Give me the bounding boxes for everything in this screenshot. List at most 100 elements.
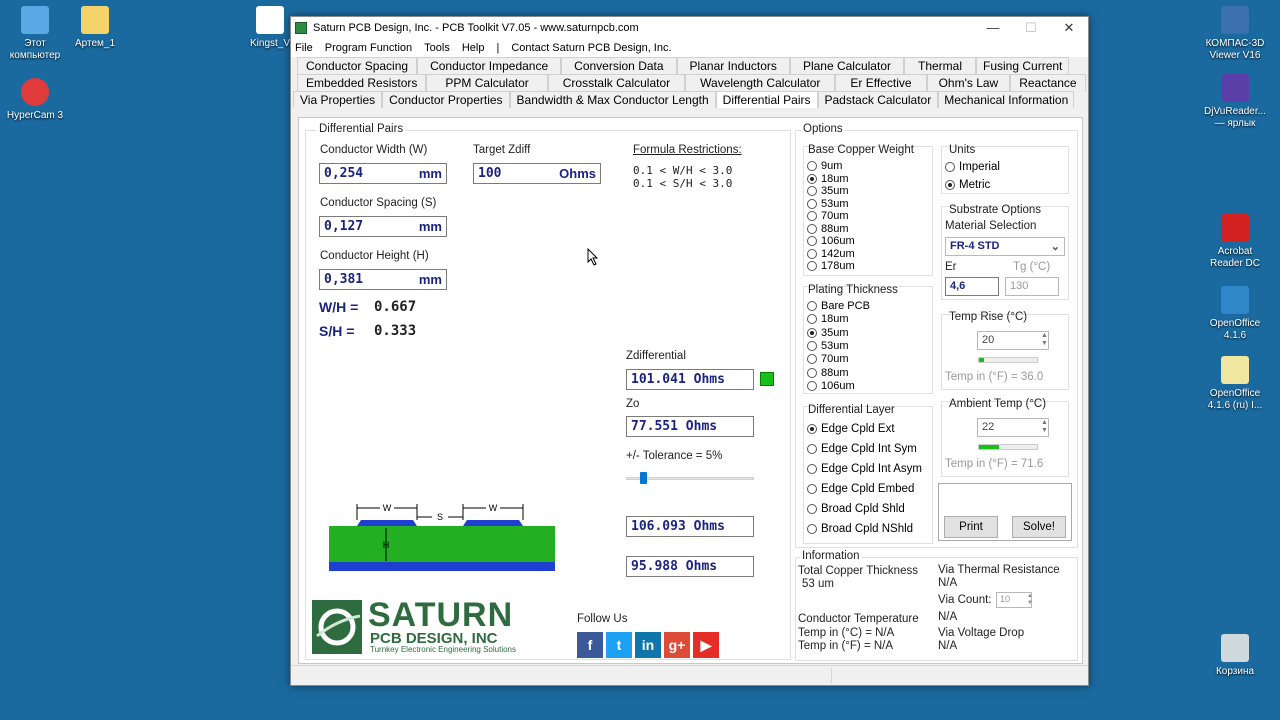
height-input[interactable]: 0,381 mm: [319, 269, 447, 290]
tab-padstack-calculator[interactable]: Padstack Calculator: [817, 91, 939, 108]
information-title: Information: [800, 550, 862, 562]
menu-program-function[interactable]: Program Function: [325, 42, 412, 54]
diagram-s-label: S: [437, 512, 443, 522]
tab-fusing-current[interactable]: Fusing Current: [976, 57, 1070, 74]
er-label: Er: [945, 261, 957, 273]
via-count-label: Via Count:: [938, 594, 992, 606]
tab-ppm-calculator[interactable]: PPM Calculator: [426, 74, 548, 91]
conductor-temp-label: Conductor Temperature: [798, 613, 919, 625]
menu-help[interactable]: Help: [462, 42, 485, 54]
via-thermal-value: N/A: [938, 577, 958, 589]
copper-option-88um[interactable]: 88um: [807, 223, 849, 235]
layer-option-0[interactable]: Edge Cpld Ext: [807, 423, 895, 435]
desktop-icon-folder[interactable]: Артем_1: [60, 6, 130, 50]
minimize-button[interactable]: —: [974, 20, 1012, 36]
solve-button[interactable]: Solve!: [1012, 516, 1066, 538]
units-option-imperial[interactable]: Imperial: [945, 161, 1000, 173]
tab-conductor-properties[interactable]: Conductor Properties: [382, 91, 510, 108]
tg-input: 130: [1005, 277, 1059, 296]
target-zdiff-input[interactable]: 100 Ohms: [473, 163, 601, 184]
folder-icon: [81, 6, 109, 34]
wh-label: W/H =: [319, 299, 359, 315]
tab-planar-inductors[interactable]: Planar Inductors: [676, 57, 790, 74]
spacing-input[interactable]: 0,127 mm: [319, 216, 447, 237]
layer-option-2[interactable]: Edge Cpld Int Asym: [807, 463, 922, 475]
copper-option-178um[interactable]: 178um: [807, 260, 855, 272]
tab-conductor-spacing[interactable]: Conductor Spacing: [297, 57, 418, 74]
ambient-spinner[interactable]: ▲ ▼: [1041, 419, 1048, 435]
plating-option-5[interactable]: 88um: [807, 367, 849, 379]
tab-wavelength-calculator[interactable]: Wavelength Calculator: [685, 74, 836, 91]
copper-option-9um[interactable]: 9um: [807, 160, 842, 172]
plating-option-0[interactable]: Bare PCB: [807, 300, 870, 312]
height-label: Conductor Height (H): [320, 250, 429, 262]
maximize-button[interactable]: ☐: [1012, 20, 1050, 36]
layer-option-4[interactable]: Broad Cpld Shld: [807, 503, 905, 515]
desktop-icon-openoffice[interactable]: OpenOffice 4.1.6: [1200, 286, 1270, 342]
app-window: Saturn PCB Design, Inc. - PCB Toolkit V7…: [290, 16, 1089, 686]
plating-title: Plating Thickness: [808, 284, 898, 296]
close-button[interactable]: ✕: [1050, 20, 1088, 36]
tab-via-properties[interactable]: Via Properties: [293, 91, 383, 108]
djvu-icon: [1221, 74, 1249, 102]
print-button[interactable]: Print: [944, 516, 998, 538]
tg-label: Tg (°C): [1013, 261, 1051, 273]
plating-option-3[interactable]: 53um: [807, 340, 849, 352]
plating-option-2[interactable]: 35um: [807, 327, 849, 339]
tab-er-effective[interactable]: Er Effective: [835, 74, 927, 91]
units-option-metric[interactable]: Metric: [945, 179, 990, 191]
tab-differential-pairs[interactable]: Differential Pairs: [715, 91, 818, 108]
plating-option-1[interactable]: 18um: [807, 313, 849, 325]
linkedin-icon[interactable]: in: [635, 632, 661, 658]
tab-crosstalk-calculator[interactable]: Crosstalk Calculator: [547, 74, 686, 91]
menu-tools[interactable]: Tools: [424, 42, 450, 54]
copper-option-35um[interactable]: 35um: [807, 185, 849, 197]
width-input[interactable]: 0,254 mm: [319, 163, 447, 184]
desktop-icon-hypercam[interactable]: HyperCam 3: [0, 78, 70, 122]
plating-option-4[interactable]: 70um: [807, 353, 849, 365]
tab-thermal[interactable]: Thermal: [904, 57, 977, 74]
tab-embedded-resistors[interactable]: Embedded Resistors: [297, 74, 427, 91]
tab-reactance[interactable]: Reactance: [1010, 74, 1086, 91]
material-label: Material Selection: [945, 220, 1037, 232]
material-select[interactable]: FR-4 STD ⌄: [945, 237, 1065, 256]
tolerance-slider[interactable]: [626, 470, 754, 486]
copper-option-70um[interactable]: 70um: [807, 210, 849, 222]
menu-file[interactable]: File: [295, 42, 313, 54]
layer-option-5[interactable]: Broad Cpld NShld: [807, 523, 913, 535]
tab-conversion-data[interactable]: Conversion Data: [561, 57, 677, 74]
ambient-input[interactable]: 22: [977, 418, 1049, 437]
facebook-icon[interactable]: f: [577, 632, 603, 658]
diff-section-title: Differential Pairs: [317, 123, 406, 135]
tab-conductor-impedance[interactable]: Conductor Impedance: [417, 57, 562, 74]
twitter-icon[interactable]: t: [606, 632, 632, 658]
layer-option-3[interactable]: Edge Cpld Embed: [807, 483, 914, 495]
copper-option-53um[interactable]: 53um: [807, 198, 849, 210]
desktop-icon-recycle[interactable]: Корзина: [1200, 634, 1270, 678]
hypercam-icon: [21, 78, 49, 106]
er-input[interactable]: 4,6: [945, 277, 999, 296]
temp-rise-spinner[interactable]: ▲ ▼: [1041, 332, 1048, 348]
zo-output: 77.551 Ohms: [626, 416, 754, 437]
temp-rise-input[interactable]: 20: [977, 331, 1049, 350]
layer-option-1[interactable]: Edge Cpld Int Sym: [807, 443, 917, 455]
installer-icon: [1221, 356, 1249, 384]
tab-bandwidth[interactable]: Bandwidth & Max Conductor Length: [509, 91, 716, 108]
copper-option-18um[interactable]: 18um: [807, 173, 849, 185]
googleplus-icon[interactable]: g+: [664, 632, 690, 658]
via-count-spinner[interactable]: ▲ ▼: [1027, 593, 1033, 607]
youtube-icon[interactable]: ▶: [693, 632, 719, 658]
plating-option-6[interactable]: 106um: [807, 380, 855, 392]
tab-mechanical-information[interactable]: Mechanical Information: [938, 91, 1075, 108]
tab-plane-calculator[interactable]: Plane Calculator: [789, 57, 904, 74]
tab-ohms-law[interactable]: Ohm's Law: [926, 74, 1011, 91]
radio-icon: [807, 380, 817, 391]
desktop-icon-kompas[interactable]: КОМПАС-3D Viewer V16: [1200, 6, 1270, 62]
menu-contact[interactable]: Contact Saturn PCB Design, Inc.: [511, 42, 671, 54]
menu-separator: |: [496, 42, 500, 54]
copper-option-106um[interactable]: 106um: [807, 235, 855, 247]
desktop-icon-djvu[interactable]: DjVuReader... — ярлык: [1200, 74, 1270, 130]
desktop-icon-openoffice-ru[interactable]: OpenOffice 4.1.6 (ru) I...: [1200, 356, 1270, 412]
copper-option-142um[interactable]: 142um: [807, 248, 855, 260]
desktop-icon-acrobat[interactable]: Acrobat Reader DC: [1200, 214, 1270, 270]
